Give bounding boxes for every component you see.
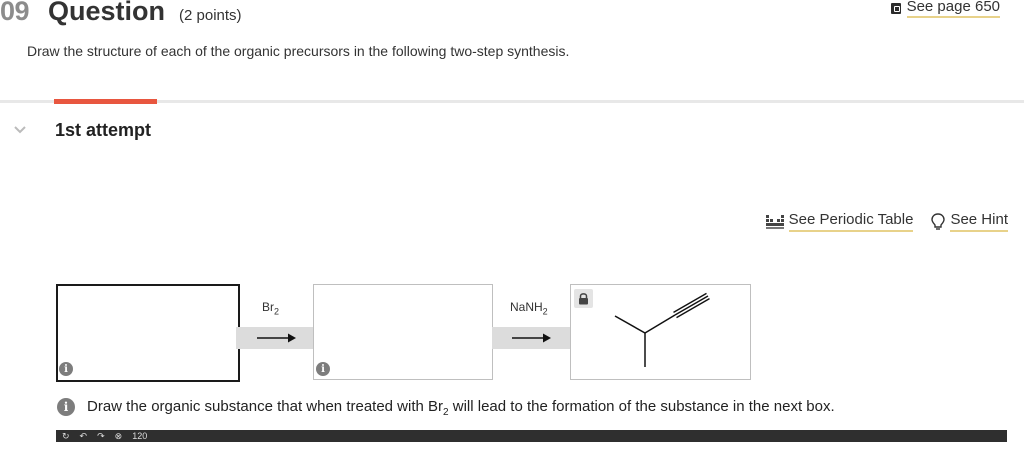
- reagent-step2: NaNH2: [510, 300, 548, 317]
- answer-box-starting-material[interactable]: [56, 284, 240, 382]
- lock-icon: [574, 289, 593, 308]
- redo-icon[interactable]: ↷: [97, 430, 105, 442]
- hint-label: See Hint: [950, 211, 1008, 232]
- arrow-right-icon: [512, 333, 551, 343]
- clear-icon[interactable]: ⊗: [115, 430, 123, 442]
- info-icon[interactable]: i: [316, 362, 330, 376]
- product-structure: [614, 292, 710, 367]
- product-box: [570, 284, 751, 380]
- box-instruction: Draw the organic substance that when tre…: [87, 398, 835, 418]
- info-icon[interactable]: i: [59, 362, 73, 376]
- undo-icon[interactable]: ↶: [80, 430, 88, 442]
- see-page-label: See page 650: [906, 0, 1000, 18]
- chevron-down-icon[interactable]: [14, 123, 26, 135]
- reaction-arrow-step2: [492, 327, 570, 349]
- drawing-toolbar: ↻ ↶ ↷ ⊗ 120: [56, 430, 1007, 442]
- help-links: See Periodic Table See Hint: [765, 211, 1008, 232]
- periodic-table-link[interactable]: See Periodic Table: [765, 211, 914, 232]
- attempt-label[interactable]: 1st attempt: [55, 120, 151, 141]
- zoom-label[interactable]: 120: [132, 430, 147, 442]
- lightbulb-icon: [931, 212, 946, 230]
- question-points: (2 points): [179, 7, 242, 24]
- answer-box-intermediate[interactable]: [313, 284, 493, 380]
- ebook-icon: [890, 2, 901, 14]
- reaction-arrow-step1: [236, 327, 313, 349]
- see-page-link[interactable]: See page 650: [890, 0, 1000, 18]
- attempt-tab-indicator[interactable]: [54, 99, 157, 104]
- question-number: 09: [0, 0, 30, 26]
- periodic-table-icon: [765, 214, 784, 229]
- hint-link[interactable]: See Hint: [931, 211, 1008, 232]
- question-instruction: Draw the structure of each of the organi…: [27, 43, 570, 59]
- reagent-step1: Br2: [262, 300, 280, 317]
- arrow-right-icon: [257, 333, 296, 343]
- periodic-table-label: See Periodic Table: [788, 211, 914, 232]
- info-icon: i: [57, 398, 75, 416]
- question-title: Question: [48, 0, 166, 26]
- refresh-icon[interactable]: ↻: [62, 430, 70, 442]
